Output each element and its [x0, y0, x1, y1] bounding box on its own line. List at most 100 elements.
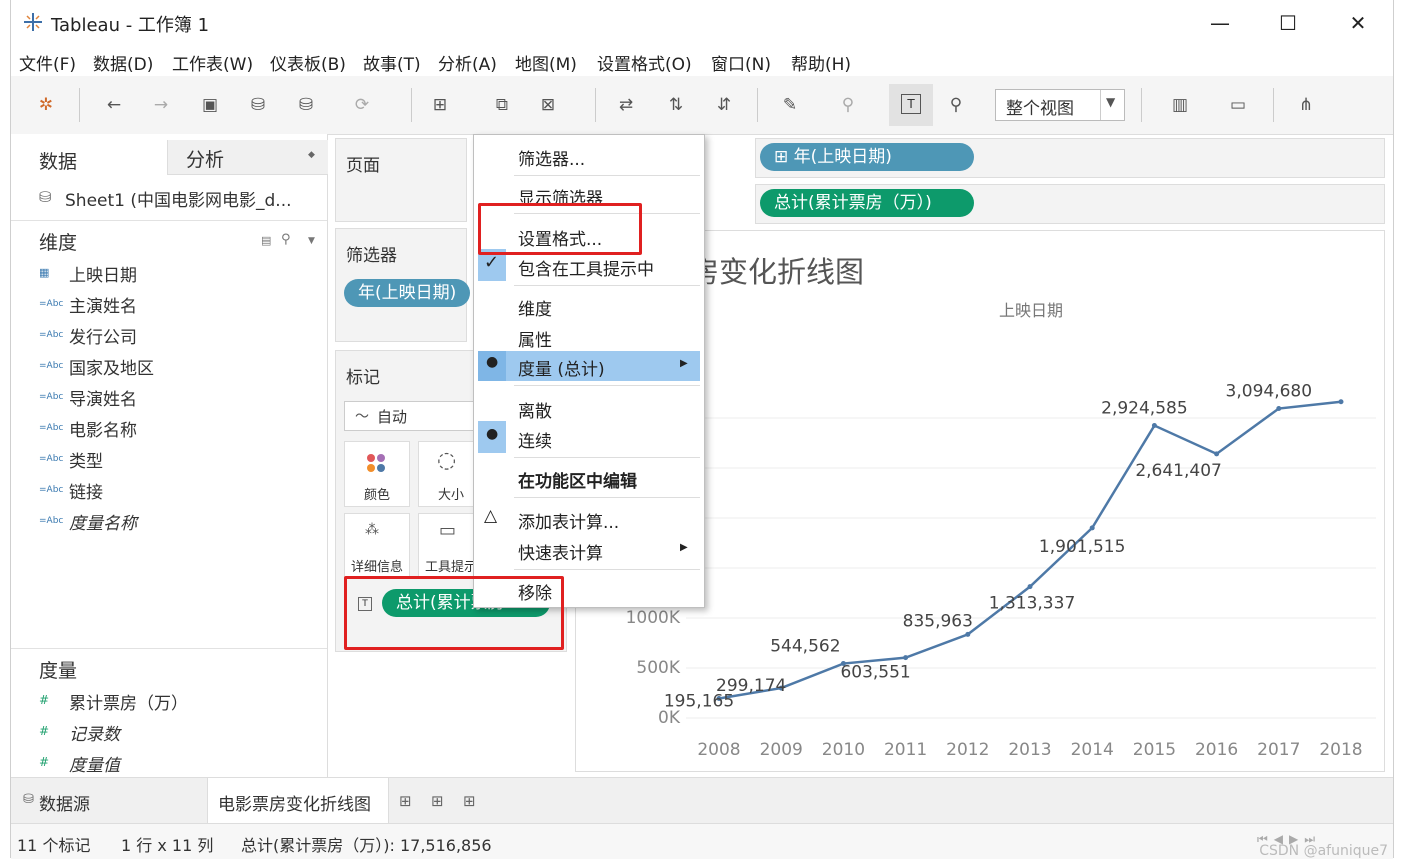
dimension-field[interactable]: =Abc 度量名称 — [39, 508, 319, 536]
tab-datasource[interactable]: ⛁ 数据源 — [11, 778, 201, 824]
duplicate-sheet-icon[interactable]: ⧉ — [491, 94, 513, 116]
tab-sheet-active[interactable]: 电影票房变化折线图 — [207, 778, 389, 824]
refresh-icon[interactable]: ⟳ — [351, 94, 373, 116]
annotation-box-format — [478, 203, 642, 255]
dimension-field[interactable]: =Abc 类型 — [39, 446, 319, 474]
rows-pill[interactable]: 总计(累计票房（万）) — [760, 189, 974, 217]
dimension-field[interactable]: ▦ 上映日期 — [39, 260, 319, 288]
view-options-icon[interactable]: ▤ — [261, 234, 271, 247]
view-size-value: 整个视图 — [1006, 99, 1074, 119]
new-worksheet-icon[interactable]: ⊞ — [399, 792, 412, 810]
menu-item-label: 包含在工具提示中 — [518, 260, 654, 280]
show-me-icon[interactable]: ▥ — [1169, 94, 1191, 116]
menu-analysis[interactable]: 分析(A) — [438, 50, 497, 75]
menu-item-continuous[interactable]: ● 连续 — [474, 421, 704, 453]
data-point[interactable] — [1027, 584, 1033, 590]
menu-map[interactable]: 地图(M) — [515, 50, 577, 75]
dimension-field[interactable]: =Abc 导演姓名 — [39, 384, 319, 412]
annotation-box-pill — [344, 576, 564, 650]
dimension-field[interactable]: =Abc 链接 — [39, 477, 319, 505]
presentation-icon[interactable]: ▭ — [1227, 94, 1249, 116]
menu-item-label: 维度 — [518, 300, 552, 320]
new-sheet-icon[interactable]: ⊞ — [429, 94, 451, 116]
dimension-field[interactable]: =Abc 国家及地区 — [39, 353, 319, 381]
menu-format[interactable]: 设置格式(O) — [597, 50, 692, 75]
undo-icon[interactable]: ← — [103, 94, 125, 116]
swap-icon[interactable]: ⇄ — [615, 94, 637, 116]
menu-data[interactable]: 数据(D) — [93, 50, 153, 75]
menu-help[interactable]: 帮助(H) — [791, 50, 851, 75]
maximize-button[interactable]: ☐ — [1273, 8, 1303, 38]
data-point[interactable] — [1276, 406, 1282, 412]
detail-button[interactable]: ⁂ 详细信息 — [344, 513, 410, 579]
mark-type-select[interactable]: 〜 自动 — [344, 401, 486, 431]
new-datasource-icon[interactable]: ⛁ — [247, 94, 269, 116]
tab-data[interactable]: 数据 — [11, 140, 166, 176]
new-dashboard-icon[interactable]: ⊞ — [431, 792, 444, 810]
minimize-button[interactable]: — — [1205, 8, 1235, 38]
columns-shelf[interactable]: ⊞ 年(上映日期) — [755, 138, 1385, 178]
filter-pill[interactable]: 年(上映日期) — [344, 279, 471, 307]
menu-item-measure-sum[interactable]: ● 度量 (总计) ▶ — [478, 351, 700, 381]
pause-updates-icon[interactable]: ⛁ — [295, 94, 317, 116]
close-button[interactable]: ✕ — [1343, 8, 1373, 38]
share-icon[interactable]: ⋔ — [1295, 94, 1317, 116]
tab-analysis[interactable]: 分析 ◆ — [167, 140, 328, 175]
status-bar: 11 个标记 1 行 x 11 列 总计(累计票房（万）): 17,516,85… — [11, 823, 1393, 859]
group-icon[interactable]: ⚲ — [837, 94, 859, 116]
menu-dashboard[interactable]: 仪表板(B) — [270, 50, 346, 75]
clear-sheet-icon[interactable]: ⊠ — [537, 94, 559, 116]
color-button[interactable]: 颜色 — [344, 441, 410, 507]
dimension-field-label: 电影名称 — [69, 421, 137, 441]
data-point[interactable] — [903, 655, 909, 661]
menu-item-attribute[interactable]: 属性 — [474, 322, 704, 352]
menu-item-dimension[interactable]: 维度 — [474, 291, 704, 321]
rows-shelf[interactable]: 总计(累计票房（万）) — [755, 184, 1385, 224]
color-label: 颜色 — [363, 488, 390, 503]
data-point[interactable] — [1089, 525, 1095, 531]
data-point[interactable] — [1338, 399, 1344, 405]
show-labels-toggle[interactable]: T — [889, 84, 933, 126]
menu-story[interactable]: 故事(T) — [363, 50, 421, 75]
dimension-field[interactable]: =Abc 电影名称 — [39, 415, 319, 443]
filters-card[interactable]: 筛选器 年(上映日期) — [335, 228, 471, 342]
menu-item-filter[interactable]: 筛选器... — [474, 141, 704, 171]
menu-item-edit-in-shelf[interactable]: 在功能区中编辑 — [474, 463, 704, 493]
dropdown-icon[interactable]: ▼ — [308, 236, 315, 246]
menu-window[interactable]: 窗口(N) — [711, 50, 771, 75]
data-point[interactable] — [1214, 451, 1220, 457]
sort-descending-icon[interactable]: ⇵ — [713, 94, 735, 116]
save-icon[interactable]: ▣ — [199, 94, 221, 116]
measure-field[interactable]: # 记录数 — [39, 719, 319, 747]
redo-icon[interactable]: → — [150, 94, 172, 116]
view-size-select[interactable]: 整个视图 ▼ — [995, 89, 1125, 121]
tab-datasource-label: 数据源 — [39, 795, 90, 815]
menu-item-discrete[interactable]: 离散 — [474, 393, 704, 423]
pages-card[interactable]: 页面 — [335, 138, 467, 222]
tableau-home-icon[interactable]: ✲ — [35, 94, 57, 116]
fix-axes-icon[interactable]: ⚲ — [945, 94, 967, 116]
menu-file[interactable]: 文件(F) — [19, 50, 76, 75]
dimension-field[interactable]: =Abc 主演姓名 — [39, 291, 319, 319]
data-point[interactable] — [1151, 423, 1157, 429]
dimension-field[interactable]: =Abc 发行公司 — [39, 322, 319, 350]
status-marks: 11 个标记 — [17, 836, 91, 855]
menu-worksheet[interactable]: 工作表(W) — [172, 50, 253, 75]
new-story-icon[interactable]: ⊞ — [463, 792, 476, 810]
menu-item-quick-table-calc[interactable]: 快速表计算 ▶ — [474, 535, 704, 565]
menu-item-include-tooltip[interactable]: ✓ 包含在工具提示中 — [474, 249, 704, 281]
columns-pill[interactable]: ⊞ 年(上映日期) — [760, 143, 974, 171]
datasource-item[interactable]: ⛁ Sheet1 (中国电影网电影_d... — [39, 184, 319, 212]
x-tick-label: 2009 — [760, 740, 803, 760]
menu-item-label: 添加表计算... — [518, 513, 620, 533]
menu-item-label: 度量 (总计) — [518, 360, 605, 380]
data-point[interactable] — [965, 631, 971, 637]
highlight-icon[interactable]: ✎ — [779, 94, 801, 116]
menu-item-add-table-calc[interactable]: △ 添加表计算... — [474, 504, 704, 534]
x-tick-label: 2018 — [1319, 740, 1362, 760]
measure-field[interactable]: # 度量值 — [39, 750, 319, 778]
sort-ascending-icon[interactable]: ⇅ — [665, 94, 687, 116]
search-icon[interactable]: ⚲ — [281, 232, 291, 247]
measure-field[interactable]: # 累计票房（万） — [39, 688, 319, 716]
tab-data-label: 数据 — [39, 151, 78, 173]
